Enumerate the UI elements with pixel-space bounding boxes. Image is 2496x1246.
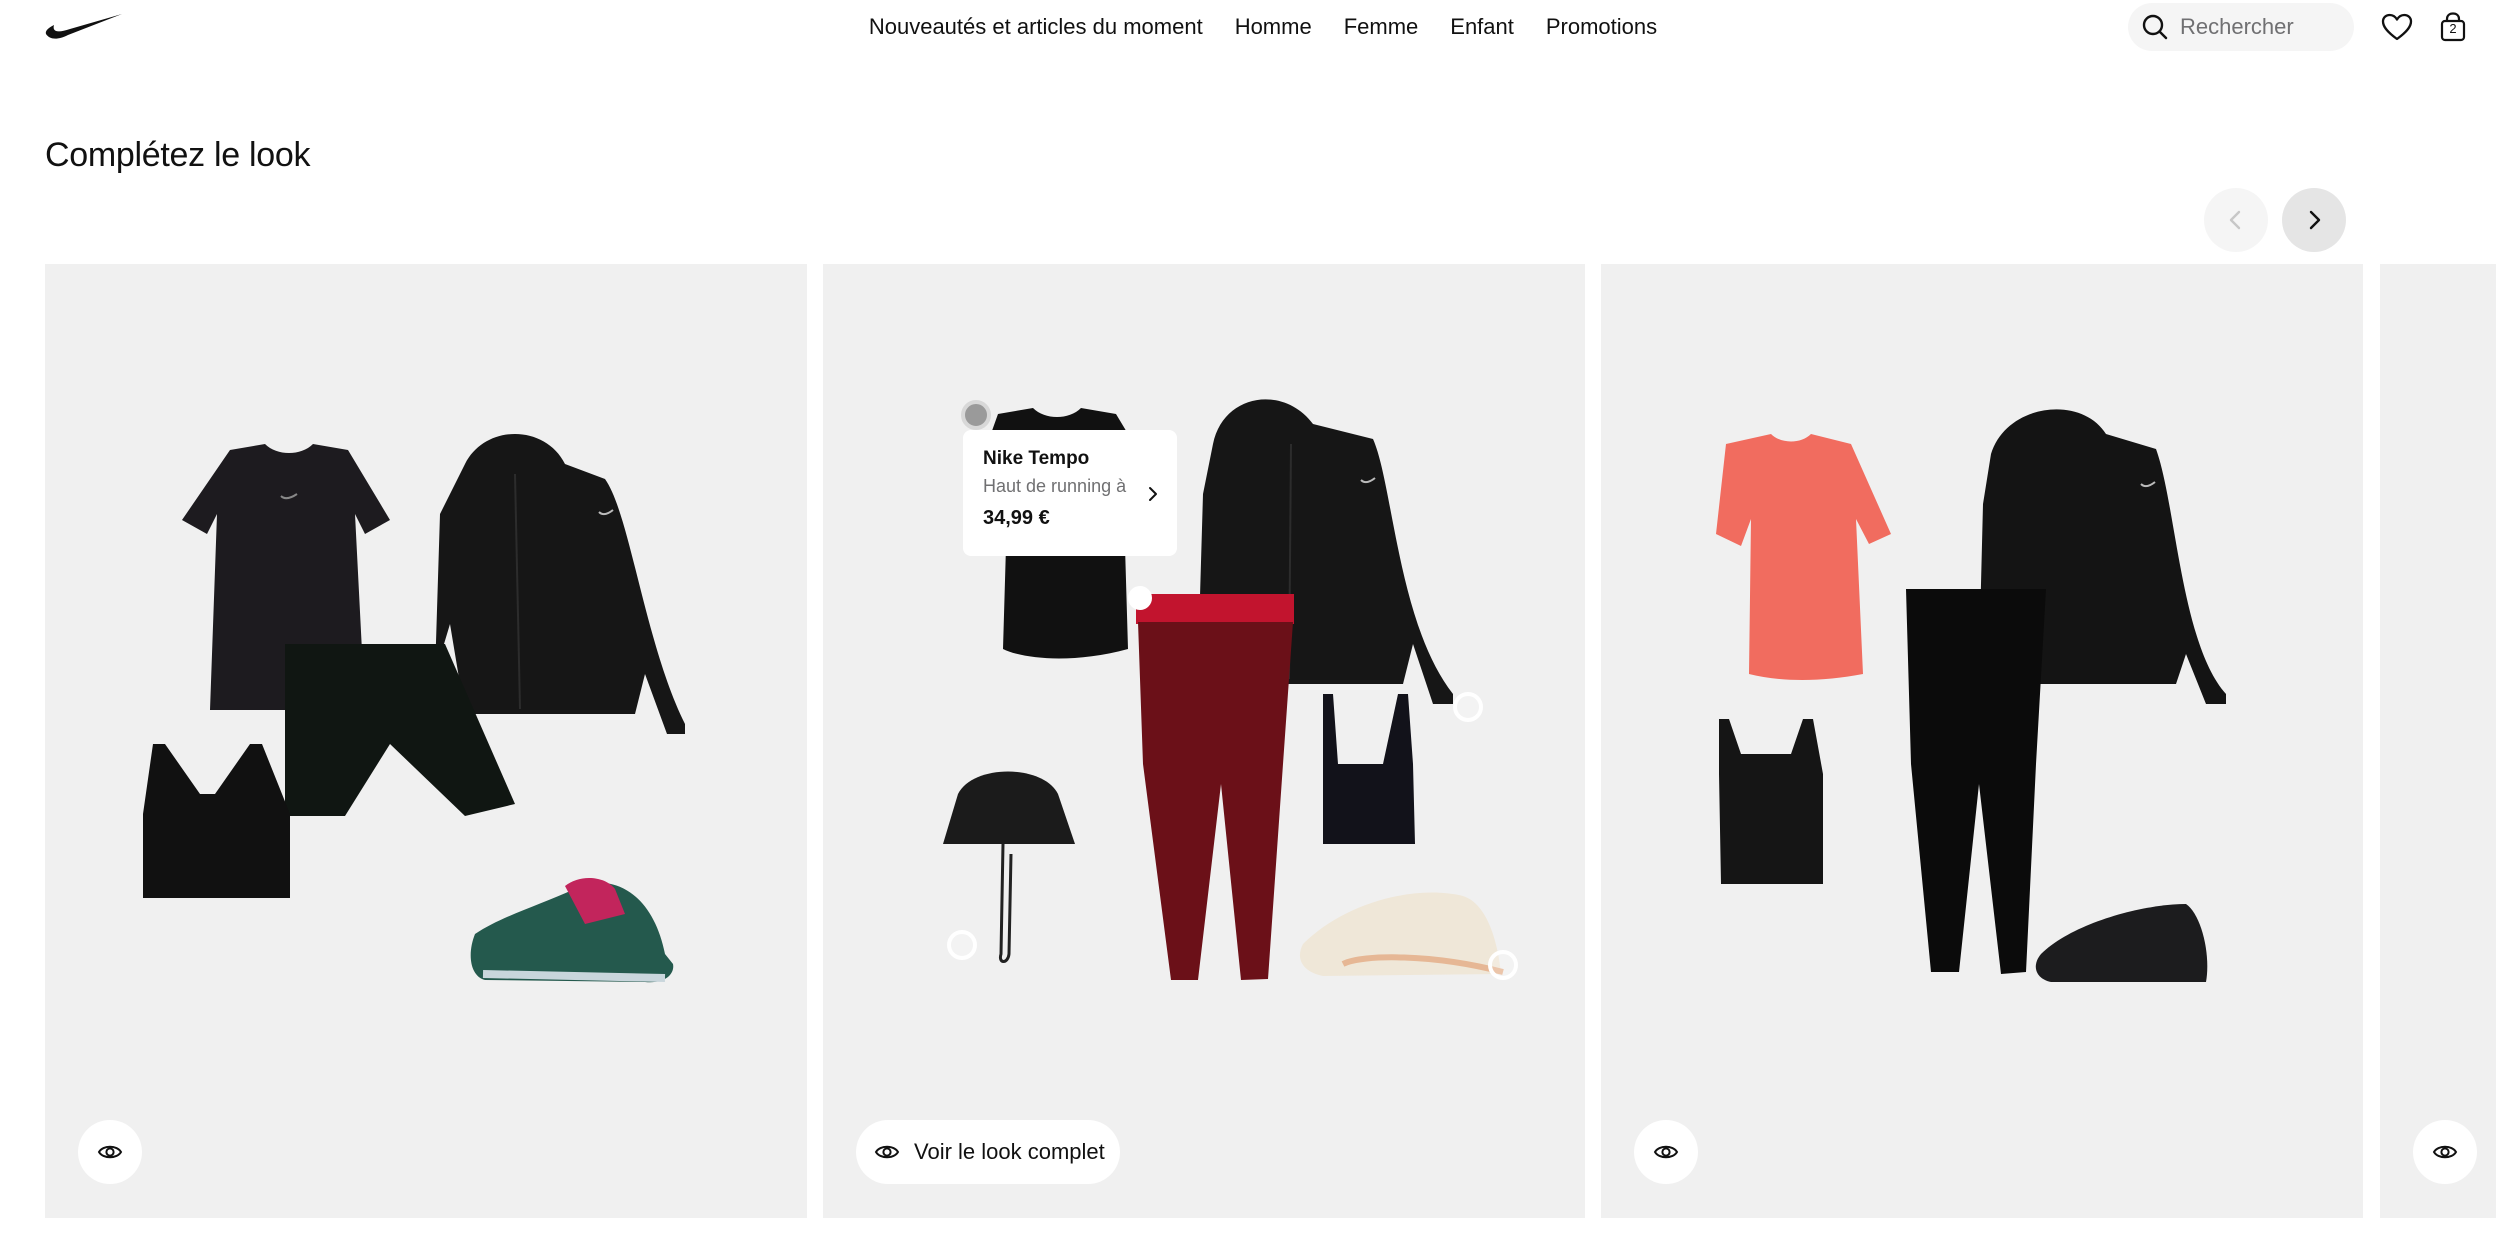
tooltip-product-price: 34,99 € (983, 507, 1050, 529)
burgundy-leggings (1138, 622, 1293, 980)
coral-tshirt (1716, 434, 1891, 680)
site-header: Nouveautés et articles du moment Homme F… (0, 0, 2496, 54)
product-hotspot-leggings[interactable] (1128, 586, 1152, 610)
look-image (943, 399, 1504, 980)
view-full-look-label: Voir le look complet (914, 1139, 1105, 1164)
tooltip-product-name: Nike Tempo (983, 448, 1090, 469)
nav-item-kids[interactable]: Enfant (1450, 14, 1514, 40)
nav-item-sale[interactable]: Promotions (1546, 14, 1657, 40)
black-sports-bra (1719, 719, 1823, 884)
black-jacket (435, 434, 685, 734)
black-running-shoes (2035, 904, 2208, 982)
search-bar[interactable] (2128, 3, 2354, 51)
carousel-next-button[interactable] (2282, 188, 2346, 252)
bag-count-badge: 2 (2449, 21, 2457, 36)
nav-item-new[interactable]: Nouveautés et articles du moment (869, 14, 1203, 40)
black-leggings (1906, 589, 2046, 974)
eye-icon (97, 1145, 123, 1159)
chevron-right-icon (1149, 487, 1157, 501)
eye-icon (1653, 1145, 1679, 1159)
eye-icon (2432, 1145, 2458, 1159)
chevron-right-icon (2309, 210, 2321, 230)
chevron-left-icon (2229, 210, 2241, 230)
section-title: Complétez le look (45, 136, 311, 174)
black-sports-bra (1323, 694, 1415, 844)
view-look-button[interactable] (1634, 1120, 1698, 1184)
tooltip-product-subtitle: Haut de running à (983, 476, 1127, 496)
search-input[interactable] (2180, 14, 2340, 40)
leggings-waistband (1136, 594, 1294, 624)
look-card[interactable] (45, 264, 807, 1218)
black-bucket-hat (943, 771, 1075, 844)
black-sports-bra (143, 744, 290, 898)
look-card[interactable]: Nike Tempo Haut de running à 34,99 € Voi… (823, 264, 1585, 1218)
nav-item-women[interactable]: Femme (1344, 14, 1419, 40)
look-card[interactable] (1601, 264, 2363, 1218)
product-hotspot-tshirt[interactable] (961, 400, 991, 430)
eye-icon (874, 1145, 900, 1159)
view-full-look-button[interactable]: Voir le look complet (856, 1120, 1120, 1184)
view-look-button[interactable] (78, 1120, 142, 1184)
look-image (1716, 409, 2226, 982)
product-hotspot-bra[interactable] (1453, 692, 1483, 722)
main-nav: Nouveautés et articles du moment Homme F… (0, 0, 2496, 54)
view-look-button[interactable] (2413, 1120, 2477, 1184)
product-hotspot-hat[interactable] (947, 930, 977, 960)
look-image (143, 434, 685, 983)
product-hotspot-shoes[interactable] (1488, 950, 1518, 980)
heart-icon[interactable] (2380, 10, 2414, 44)
search-icon[interactable] (2140, 12, 2170, 42)
look-card[interactable] (2380, 264, 2496, 1218)
carousel-prev-button[interactable] (2204, 188, 2268, 252)
nav-item-men[interactable]: Homme (1235, 14, 1312, 40)
product-tooltip[interactable]: Nike Tempo Haut de running à 34,99 € (963, 430, 1177, 556)
